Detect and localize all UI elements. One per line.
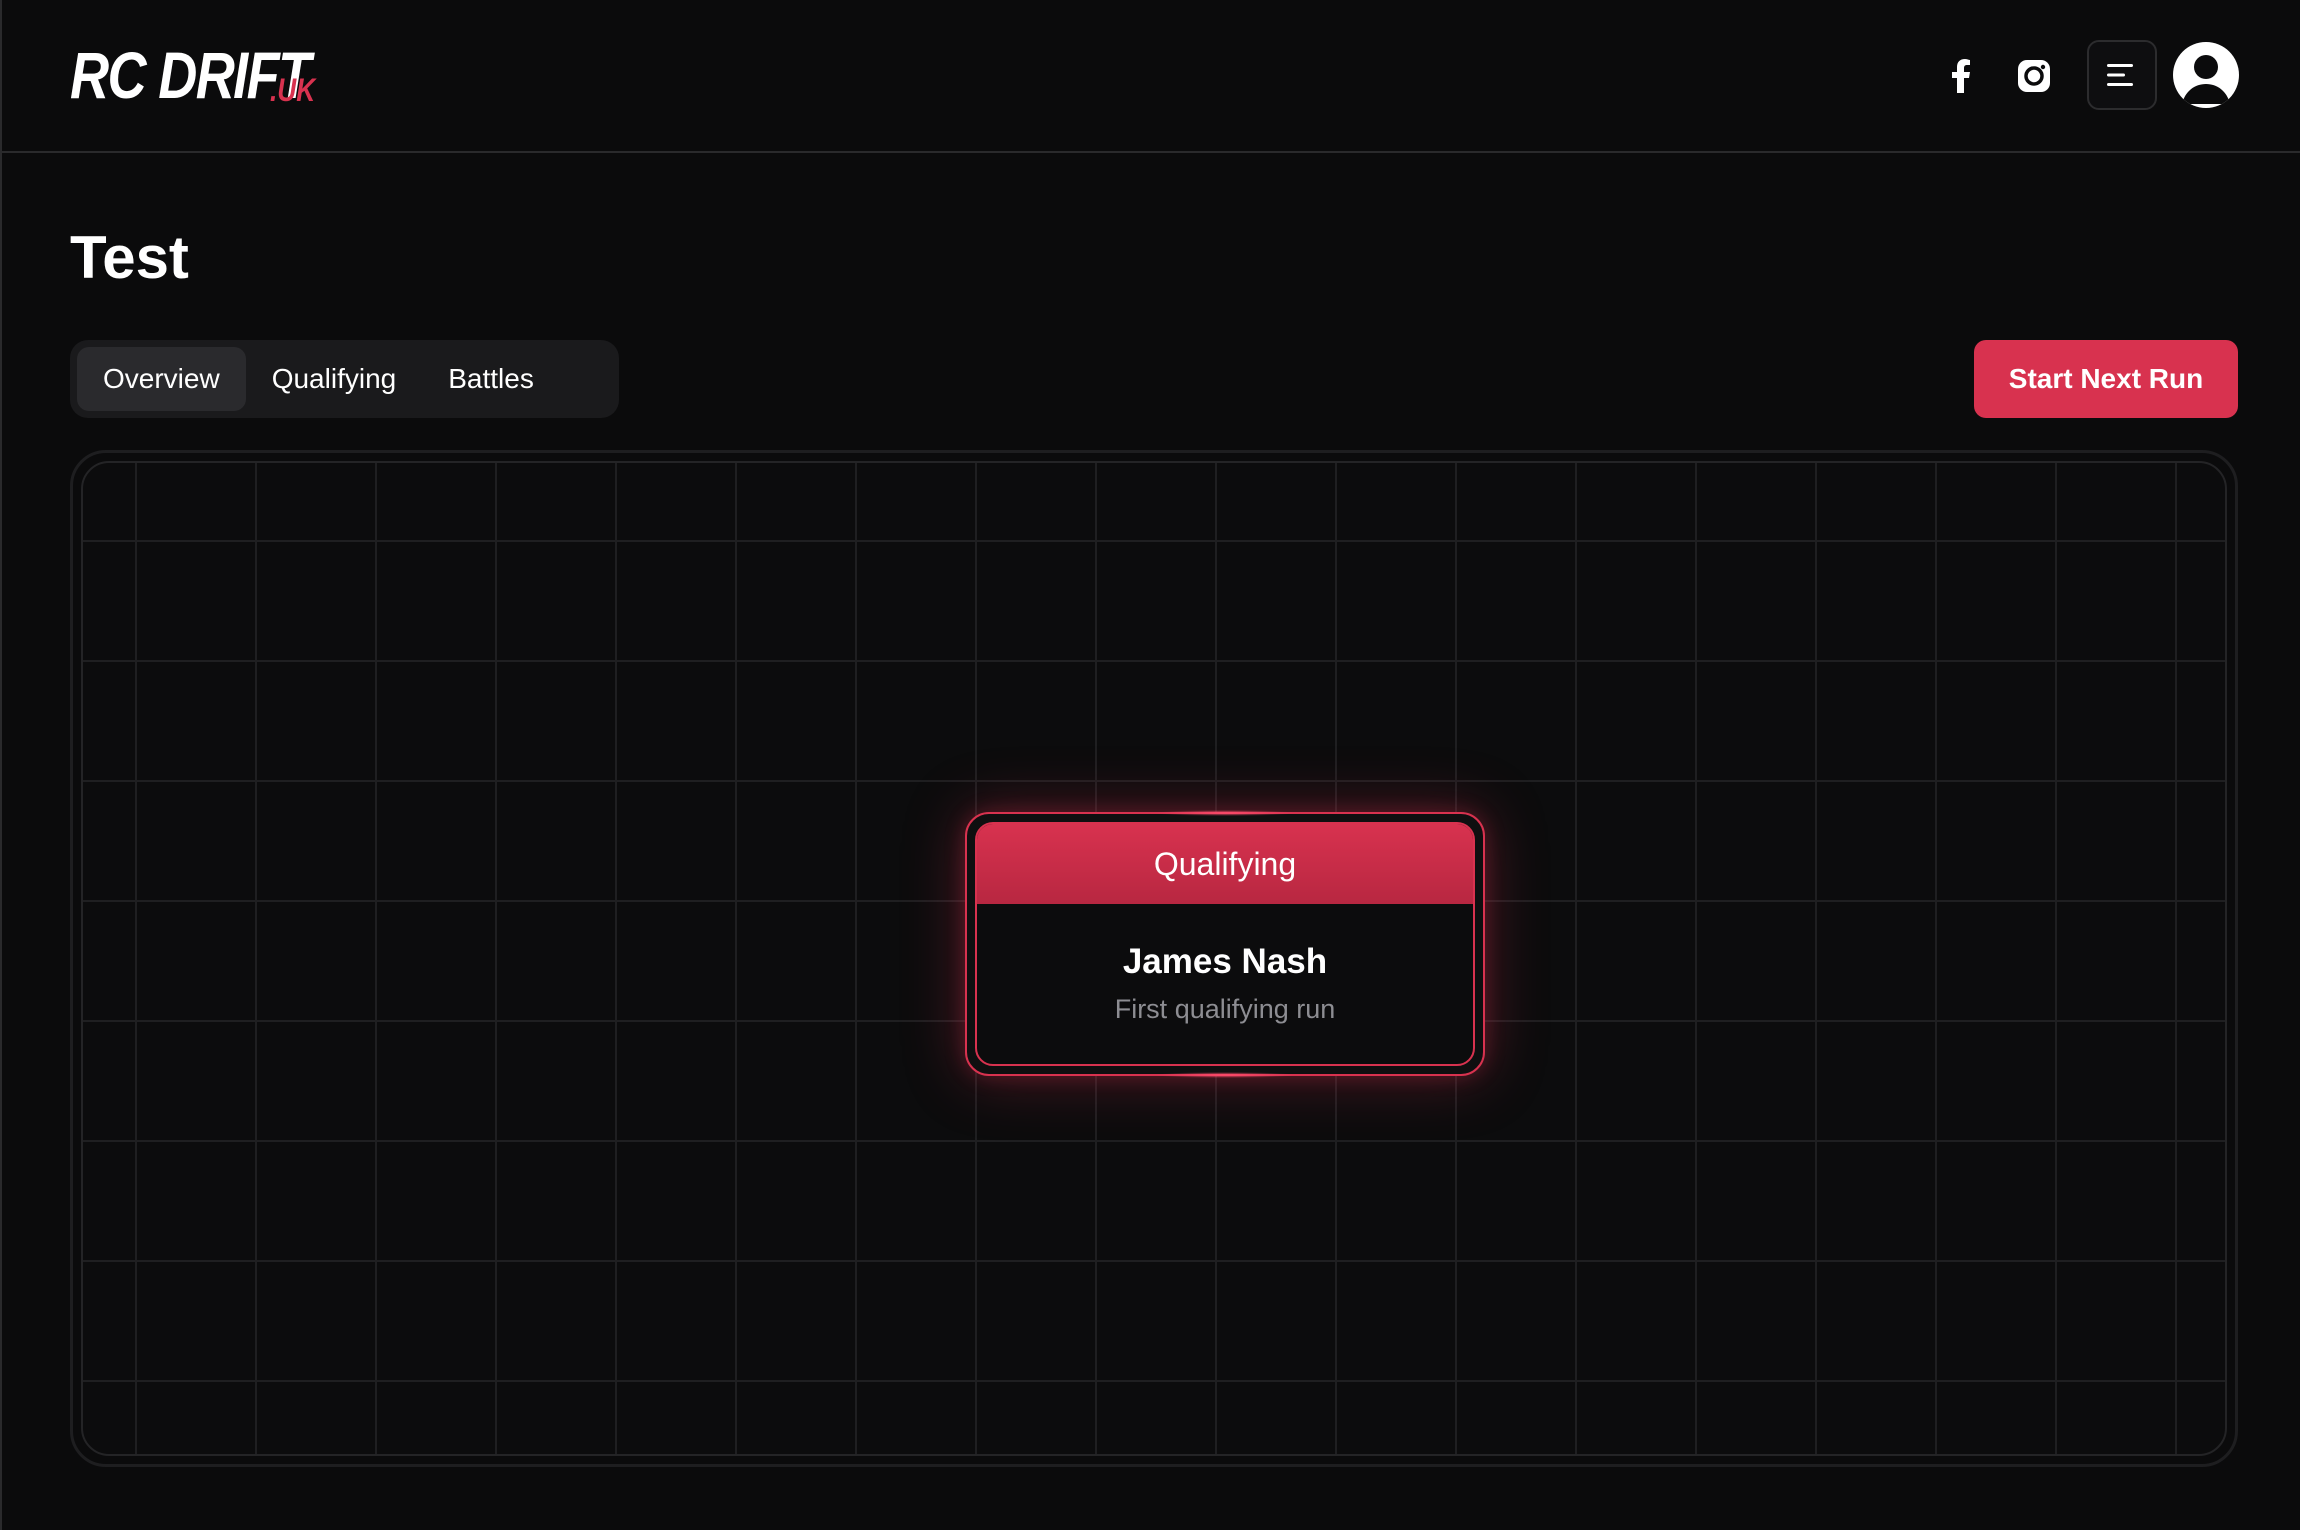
- instagram-icon[interactable]: [2010, 52, 2058, 100]
- qualifying-node-card: Qualifying James Nash First qualifying r…: [975, 822, 1475, 1066]
- tab-battles[interactable]: Battles: [422, 347, 560, 411]
- driver-name: James Nash: [1122, 942, 1328, 981]
- menu-icon: [2107, 64, 2133, 86]
- user-avatar-icon[interactable]: [2173, 42, 2239, 108]
- page: RC DRIFT .UK Test Overview Qualifying Ba…: [0, 0, 2300, 1530]
- logo-suffix: .UK: [270, 72, 316, 108]
- facebook-icon[interactable]: [1937, 52, 1985, 100]
- bracket-canvas-frame: Qualifying James Nash First qualifying r…: [70, 450, 2238, 1467]
- page-title: Test: [70, 224, 189, 291]
- qualifying-node[interactable]: Qualifying James Nash First qualifying r…: [965, 812, 1485, 1076]
- tab-qualifying[interactable]: Qualifying: [246, 347, 423, 411]
- bracket-canvas[interactable]: Qualifying James Nash First qualifying r…: [81, 461, 2227, 1456]
- top-header: RC DRIFT .UK: [2, 0, 2300, 153]
- menu-button[interactable]: [2087, 40, 2157, 110]
- node-header: Qualifying: [977, 824, 1473, 904]
- start-next-run-button[interactable]: Start Next Run: [1974, 340, 2238, 418]
- tab-bar: Overview Qualifying Battles: [70, 340, 619, 418]
- site-logo[interactable]: RC DRIFT .UK: [70, 38, 362, 108]
- run-description: First qualifying run: [1114, 994, 1336, 1024]
- tab-overview[interactable]: Overview: [77, 347, 246, 411]
